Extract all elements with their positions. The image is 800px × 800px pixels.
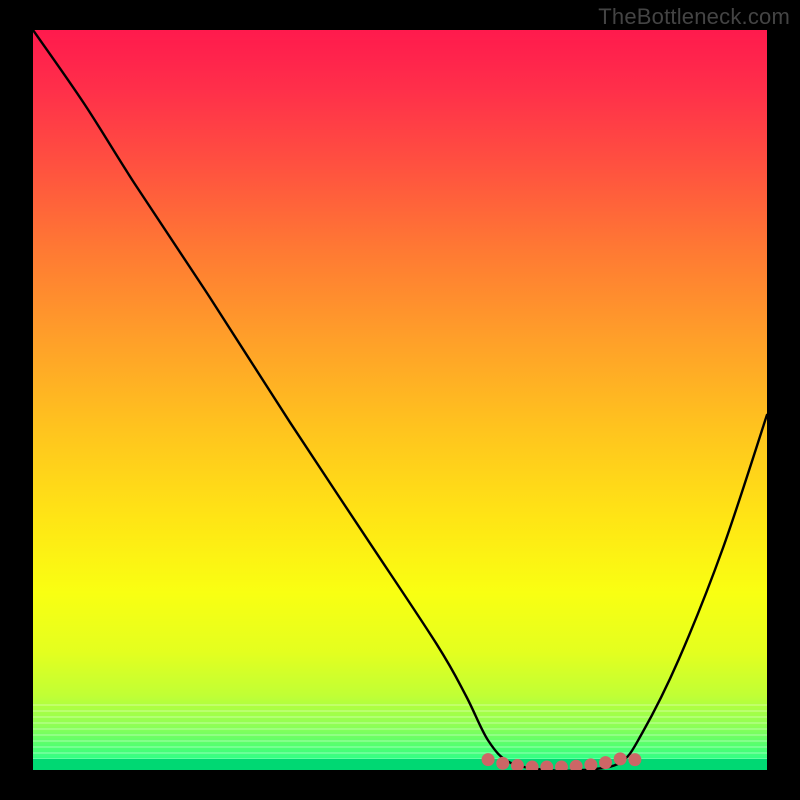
chart-frame: TheBottleneck.com (0, 0, 800, 800)
sweet-spot-marker (482, 753, 495, 766)
sweet-spot-marker (584, 758, 597, 770)
sweet-spot-marker (526, 761, 539, 770)
plot-area (33, 30, 767, 770)
sweet-spot-marker (599, 756, 612, 769)
watermark-text: TheBottleneck.com (598, 4, 790, 30)
sweet-spot-marker (555, 761, 568, 770)
chart-svg (33, 30, 767, 770)
bottleneck-curve (33, 30, 767, 770)
sweet-spot-marker (570, 760, 583, 770)
sweet-spot-marker (540, 761, 553, 770)
sweet-spot-marker (614, 752, 627, 765)
sweet-spot-markers (482, 752, 642, 770)
sweet-spot-marker (496, 757, 509, 770)
sweet-spot-marker (511, 759, 524, 770)
sweet-spot-marker (628, 753, 641, 766)
